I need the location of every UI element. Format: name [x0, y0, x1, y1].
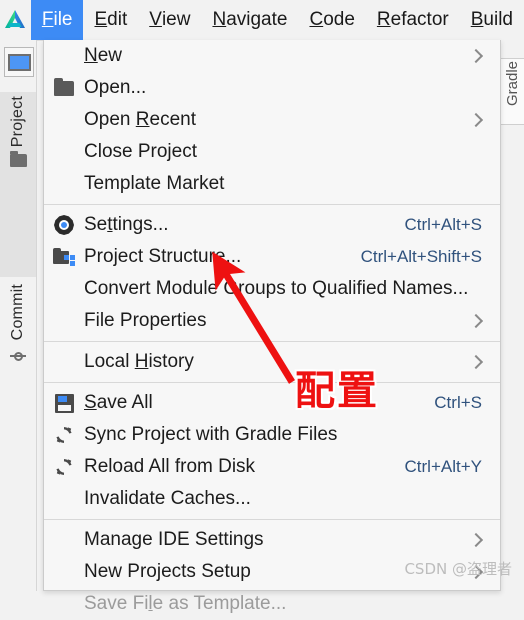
- sidebar-item-commit-label: Commit: [9, 284, 26, 341]
- chevron-right-icon: [468, 313, 484, 329]
- csdn-watermark: CSDN @盗理者: [404, 560, 512, 578]
- layout-screen-icon[interactable]: [4, 47, 34, 77]
- icon-placeholder: [44, 588, 84, 620]
- project-structure-icon: [44, 241, 84, 273]
- menu-item-save-all[interactable]: Save All Ctrl+S: [44, 387, 500, 419]
- menu-item-open[interactable]: Open...: [44, 72, 500, 104]
- menu-item-label: Close Project: [84, 141, 197, 162]
- menu-item-label: New: [84, 45, 123, 66]
- sync-icon: [44, 419, 84, 451]
- menu-item-template-market[interactable]: Template Market: [44, 168, 500, 200]
- menu-item-local-history[interactable]: Local History: [44, 346, 500, 378]
- chevron-right-icon: [468, 112, 484, 128]
- menu-item-label: Save All: [84, 392, 153, 413]
- icon-placeholder: [44, 483, 84, 515]
- icon-placeholder: [44, 273, 84, 305]
- save-floppy-icon: [44, 387, 84, 419]
- sidebar-item-gradle-label: Gradle: [504, 61, 521, 107]
- menu-item-label: Reload All from Disk: [84, 456, 256, 477]
- sidebar-item-commit[interactable]: Commit: [0, 280, 36, 455]
- menu-separator: [44, 204, 500, 205]
- menu-item-shortcut: Ctrl+Alt+Shift+S: [360, 247, 482, 266]
- gear-icon: [44, 209, 84, 241]
- menubar-item-build[interactable]: Build: [460, 0, 524, 40]
- menu-item-label: New Projects Setup: [84, 561, 251, 582]
- menu-separator: [44, 519, 500, 520]
- folder-icon: [9, 151, 27, 168]
- file-menu-dropdown: New Open... Open Recent Close Project Templa…: [43, 40, 501, 614]
- menubar-item-refactor[interactable]: Refactor: [366, 0, 460, 40]
- menu-item-project-structure[interactable]: Project Structure... Ctrl+Alt+Shift+S: [44, 241, 500, 273]
- menu-item-close-project[interactable]: Close Project: [44, 136, 500, 168]
- icon-placeholder: [44, 168, 84, 200]
- menubar-item-view[interactable]: View: [138, 0, 201, 40]
- menu-item-shortcut: Ctrl+Alt+Y: [404, 457, 482, 476]
- menubar-item-navigate[interactable]: Navigate: [201, 0, 298, 40]
- sidebar-item-gradle[interactable]: Gradle: [501, 58, 524, 125]
- commit-node-icon: [10, 348, 26, 364]
- menu-item-manage-ide-settings[interactable]: Manage IDE Settings: [44, 524, 500, 556]
- menu-item-new[interactable]: New: [44, 40, 500, 72]
- menu-item-invalidate-caches[interactable]: Invalidate Caches...: [44, 483, 500, 515]
- icon-placeholder: [44, 556, 84, 588]
- menu-item-convert-module-groups-to-qualified-names[interactable]: Convert Module Groups to Qualified Names…: [44, 273, 500, 305]
- menu-item-settings[interactable]: Settings... Ctrl+Alt+S: [44, 209, 500, 241]
- chevron-right-icon: [468, 48, 484, 64]
- menu-item-shortcut: Ctrl+S: [434, 393, 482, 412]
- menu-item-label: Manage IDE Settings: [84, 529, 264, 550]
- menubar-item-edit[interactable]: Edit: [83, 0, 138, 40]
- menu-item-label: Invalidate Caches...: [84, 488, 251, 509]
- menu-item-label: File Properties: [84, 310, 207, 331]
- menu-item-shortcut: Ctrl+Alt+S: [404, 215, 482, 234]
- sidebar-item-project-label: Project: [9, 96, 26, 148]
- menu-item-label: Open Recent: [84, 109, 196, 130]
- menubar-item-file[interactable]: File: [30, 0, 84, 40]
- left-tool-sidebar: Project Commit: [0, 40, 37, 591]
- menu-bar: File Edit View Navigate Code Refactor Build: [0, 0, 524, 41]
- annotation-label: 配置: [295, 368, 379, 414]
- icon-placeholder: [44, 305, 84, 337]
- chevron-right-icon: [468, 354, 484, 370]
- menu-item-reload-all-from-disk[interactable]: Reload All from Disk Ctrl+Alt+Y: [44, 451, 500, 483]
- menu-item-label: Settings...: [84, 214, 169, 235]
- android-studio-logo-icon: [0, 0, 31, 40]
- menu-item-file-properties[interactable]: File Properties: [44, 305, 500, 337]
- right-tool-sidebar: Gradle: [500, 40, 524, 591]
- menu-item-label: Convert Module Groups to Qualified Names…: [84, 278, 469, 299]
- menu-item-save-file-as-template: Save File as Template...: [44, 588, 500, 620]
- menu-item-label: Local History: [84, 351, 194, 372]
- menu-separator: [44, 341, 500, 342]
- menu-separator: [44, 382, 500, 383]
- icon-placeholder: [44, 40, 84, 72]
- chevron-right-icon: [468, 532, 484, 548]
- icon-placeholder: [44, 136, 84, 168]
- menu-item-label: Open...: [84, 77, 147, 98]
- menubar-item-code[interactable]: Code: [298, 0, 365, 40]
- sidebar-item-project[interactable]: Project: [0, 92, 36, 277]
- icon-placeholder: [44, 346, 84, 378]
- sync-icon: [44, 451, 84, 483]
- icon-placeholder: [44, 524, 84, 556]
- menu-item-sync-project-with-gradle-files[interactable]: Sync Project with Gradle Files: [44, 419, 500, 451]
- menu-item-open-recent[interactable]: Open Recent: [44, 104, 500, 136]
- menu-item-label: Template Market: [84, 173, 225, 194]
- menu-item-label: Project Structure...: [84, 246, 242, 267]
- folder-icon: [44, 72, 84, 104]
- icon-placeholder: [44, 104, 84, 136]
- menu-item-label: Save File as Template...: [84, 593, 287, 614]
- menu-item-label: Sync Project with Gradle Files: [84, 424, 338, 445]
